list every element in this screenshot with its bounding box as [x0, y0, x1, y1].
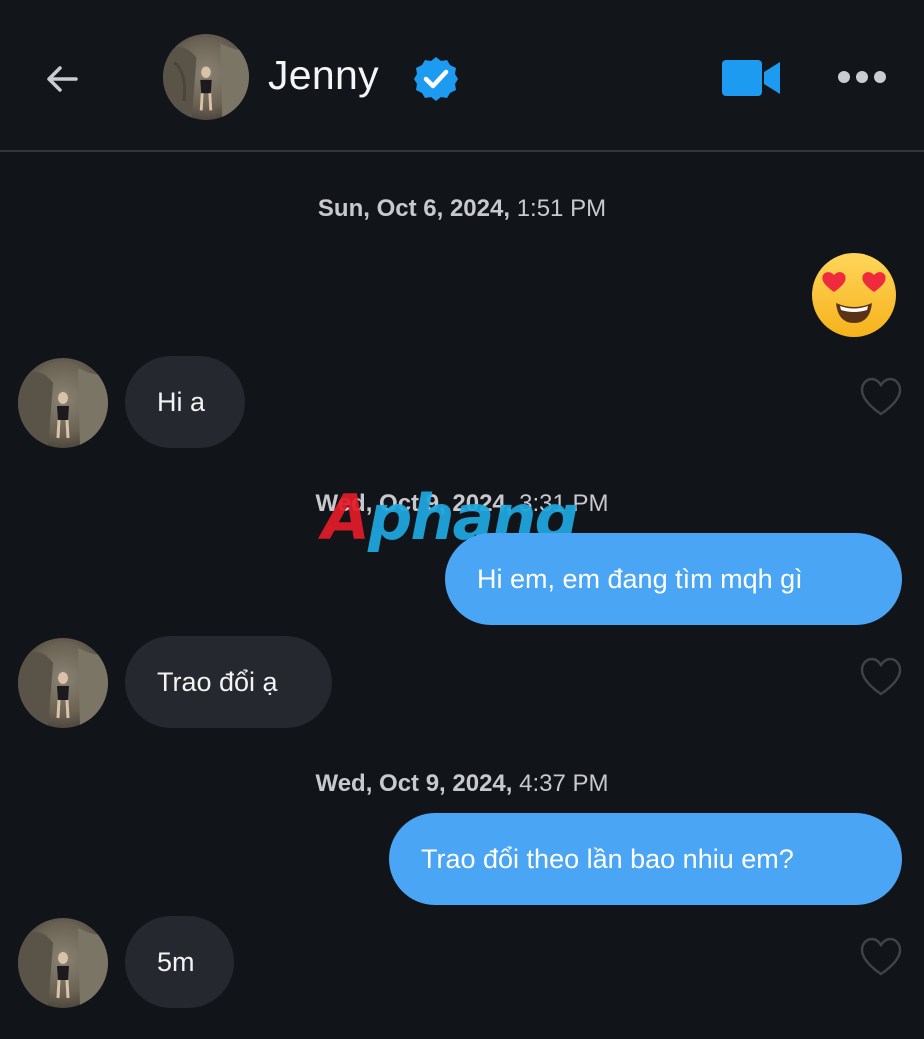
heart-outline-icon[interactable]: [858, 656, 904, 698]
contact-name[interactable]: Jenny: [268, 52, 379, 99]
incoming-message[interactable]: 5m: [125, 916, 234, 1008]
contact-avatar-small[interactable]: [18, 918, 108, 1008]
timestamp-date: Sun, Oct 6, 2024,: [317, 195, 511, 222]
chat-header: Jenny: [0, 0, 924, 152]
video-camera-icon: [722, 60, 780, 96]
outgoing-message[interactable]: Trao đổi theo lần bao nhiu em?: [389, 813, 902, 905]
arrow-left-icon: [47, 66, 78, 92]
timestamp: Sun, Oct 6, 2024, 1:51 PM: [0, 195, 924, 223]
heart-eyes-emoji[interactable]: [810, 251, 898, 339]
incoming-message[interactable]: Trao đổi ạ: [125, 636, 332, 728]
more-options-button[interactable]: [836, 64, 888, 90]
timestamp-time: 1:51 PM: [516, 195, 607, 222]
timestamp: Wed, Oct 9, 2024, 4:37 PM: [0, 770, 924, 798]
video-call-button[interactable]: [720, 56, 782, 100]
verified-badge-icon: [414, 57, 458, 101]
heart-outline-icon[interactable]: [858, 376, 904, 418]
outgoing-message[interactable]: Hi em, em đang tìm mqh gì: [445, 533, 902, 625]
contact-avatar-small[interactable]: [18, 638, 108, 728]
back-button[interactable]: [38, 55, 86, 103]
heart-outline-icon[interactable]: [858, 936, 904, 978]
timestamp-date: Wed, Oct 9, 2024,: [315, 770, 513, 797]
incoming-message[interactable]: Hi a: [125, 356, 245, 448]
timestamp-time: 4:37 PM: [519, 770, 609, 797]
contact-avatar[interactable]: [163, 34, 249, 120]
more-horizontal-icon: [838, 71, 886, 83]
contact-avatar-small[interactable]: [18, 358, 108, 448]
